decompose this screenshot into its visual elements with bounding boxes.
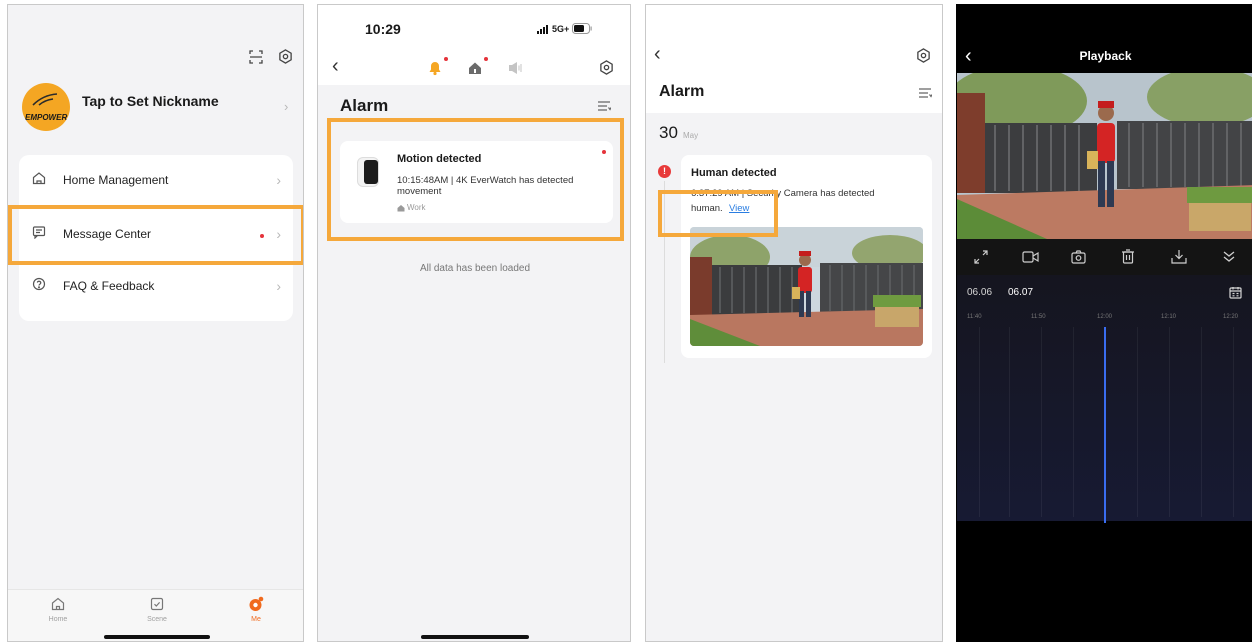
tab-bar: Home Scene Me [8, 589, 303, 641]
timeline-tick: 12:20 [1223, 314, 1239, 320]
chevron-right-icon[interactable]: › [284, 99, 288, 114]
settings-icon[interactable] [916, 48, 931, 63]
alarm-detail-screen: ‹ Alarm 30 May ! Human detected 6:37:29 … [645, 4, 943, 642]
delete-icon[interactable] [1121, 249, 1135, 264]
network-label: 5G+ [552, 24, 570, 34]
filter-list-icon[interactable] [918, 87, 932, 99]
timeline-grid-line [979, 327, 980, 517]
battery-icon [572, 23, 592, 34]
timeline-tick: 11:40 [967, 314, 982, 320]
timeline-grid-line [1041, 327, 1042, 517]
avatar[interactable]: EMPOWER [22, 83, 70, 131]
settings-icon[interactable] [599, 60, 614, 75]
help-icon [32, 277, 46, 291]
timeline-grid-line [1233, 327, 1234, 517]
video-player[interactable] [957, 73, 1252, 239]
timeline-tick: 12:10 [1161, 314, 1177, 320]
avatar-logo-text: EMPOWER [25, 113, 68, 122]
timeline-grid-line [1073, 327, 1074, 517]
timeline-grid-line [1137, 327, 1138, 517]
timeline-panel[interactable]: 06.06 06.07 11:40 11:50 12:00 12:10 12:2… [957, 275, 1252, 523]
page-title: Playback [1079, 49, 1132, 63]
highlight-box [327, 118, 624, 241]
calendar-icon[interactable] [1229, 286, 1242, 299]
date-day: 30 [659, 123, 678, 142]
filter-list-icon[interactable] [597, 100, 611, 112]
page-title: Alarm [340, 96, 389, 115]
menu-item-label: FAQ & Feedback [63, 279, 155, 293]
scene-tab-icon [149, 596, 165, 612]
home-icon [32, 171, 46, 185]
home-indicator [104, 635, 210, 639]
menu-item-faq-feedback[interactable]: FAQ & Feedback › [19, 261, 293, 313]
cellular-signal-icon [537, 25, 549, 34]
settings-icon[interactable] [278, 49, 293, 64]
date-tab[interactable]: 06.06 [967, 287, 992, 298]
list-footer: All data has been loaded [419, 263, 531, 274]
timeline-grid-line [1169, 327, 1170, 517]
timeline-tick: 12:00 [1097, 314, 1113, 320]
scan-icon[interactable] [249, 50, 263, 64]
fullscreen-icon[interactable] [974, 250, 988, 264]
unread-dot [484, 57, 488, 61]
highlight-box [8, 205, 303, 265]
alarm-list-screen: 10:29 5G+ ‹ Alarm Motion detected 10:15:… [317, 4, 631, 642]
me-tab-icon [248, 596, 264, 612]
me-screen: EMPOWER Tap to Set Nickname › Home Manag… [7, 4, 304, 642]
date-month: May [683, 131, 699, 140]
alert-icon: ! [658, 165, 671, 178]
event-card[interactable]: Human detected 6:37:29 AM | Security Cam… [681, 155, 932, 358]
back-icon[interactable]: ‹ [654, 43, 661, 66]
event-snapshot[interactable] [690, 227, 923, 346]
menu-item-home-management[interactable]: Home Management › [19, 155, 293, 207]
record-icon[interactable] [1022, 251, 1039, 263]
tab-home[interactable]: Home [38, 596, 78, 623]
playhead[interactable] [1104, 327, 1106, 523]
timeline-tick: 11:50 [1031, 314, 1046, 320]
nickname[interactable]: Tap to Set Nickname [82, 93, 219, 109]
home-tab-icon [50, 596, 66, 612]
back-icon[interactable]: ‹ [332, 55, 339, 78]
tab-me[interactable]: Me [236, 596, 276, 623]
highlight-box [658, 190, 778, 237]
chevron-right-icon: › [276, 278, 281, 294]
playback-toolbar [957, 239, 1252, 275]
expand-icon[interactable] [1222, 250, 1236, 263]
tab-label: Home [48, 616, 68, 623]
status-time: 10:29 [365, 21, 401, 37]
tab-scene[interactable]: Scene [137, 596, 177, 623]
timeline-grid-line [1009, 327, 1010, 517]
event-title: Human detected [691, 167, 777, 179]
timeline-grid-line [1201, 327, 1202, 517]
snapshot-icon[interactable] [1071, 250, 1086, 264]
playback-screen: ‹ Playback 06.06 06.07 11:40 11:50 12:00… [956, 4, 1252, 642]
date-tab[interactable]: 06.07 [1008, 287, 1033, 298]
chevron-right-icon: › [276, 172, 281, 188]
speaker-icon[interactable] [508, 61, 524, 75]
menu-item-label: Home Management [63, 173, 169, 187]
download-icon[interactable] [1171, 249, 1187, 264]
page-title: Alarm [659, 83, 705, 100]
home-alert-icon[interactable] [467, 60, 483, 76]
bell-icon[interactable] [427, 60, 443, 76]
unread-dot [444, 57, 448, 61]
home-indicator [421, 635, 529, 639]
tab-label: Scene [147, 616, 167, 623]
tab-label: Me [251, 616, 261, 623]
